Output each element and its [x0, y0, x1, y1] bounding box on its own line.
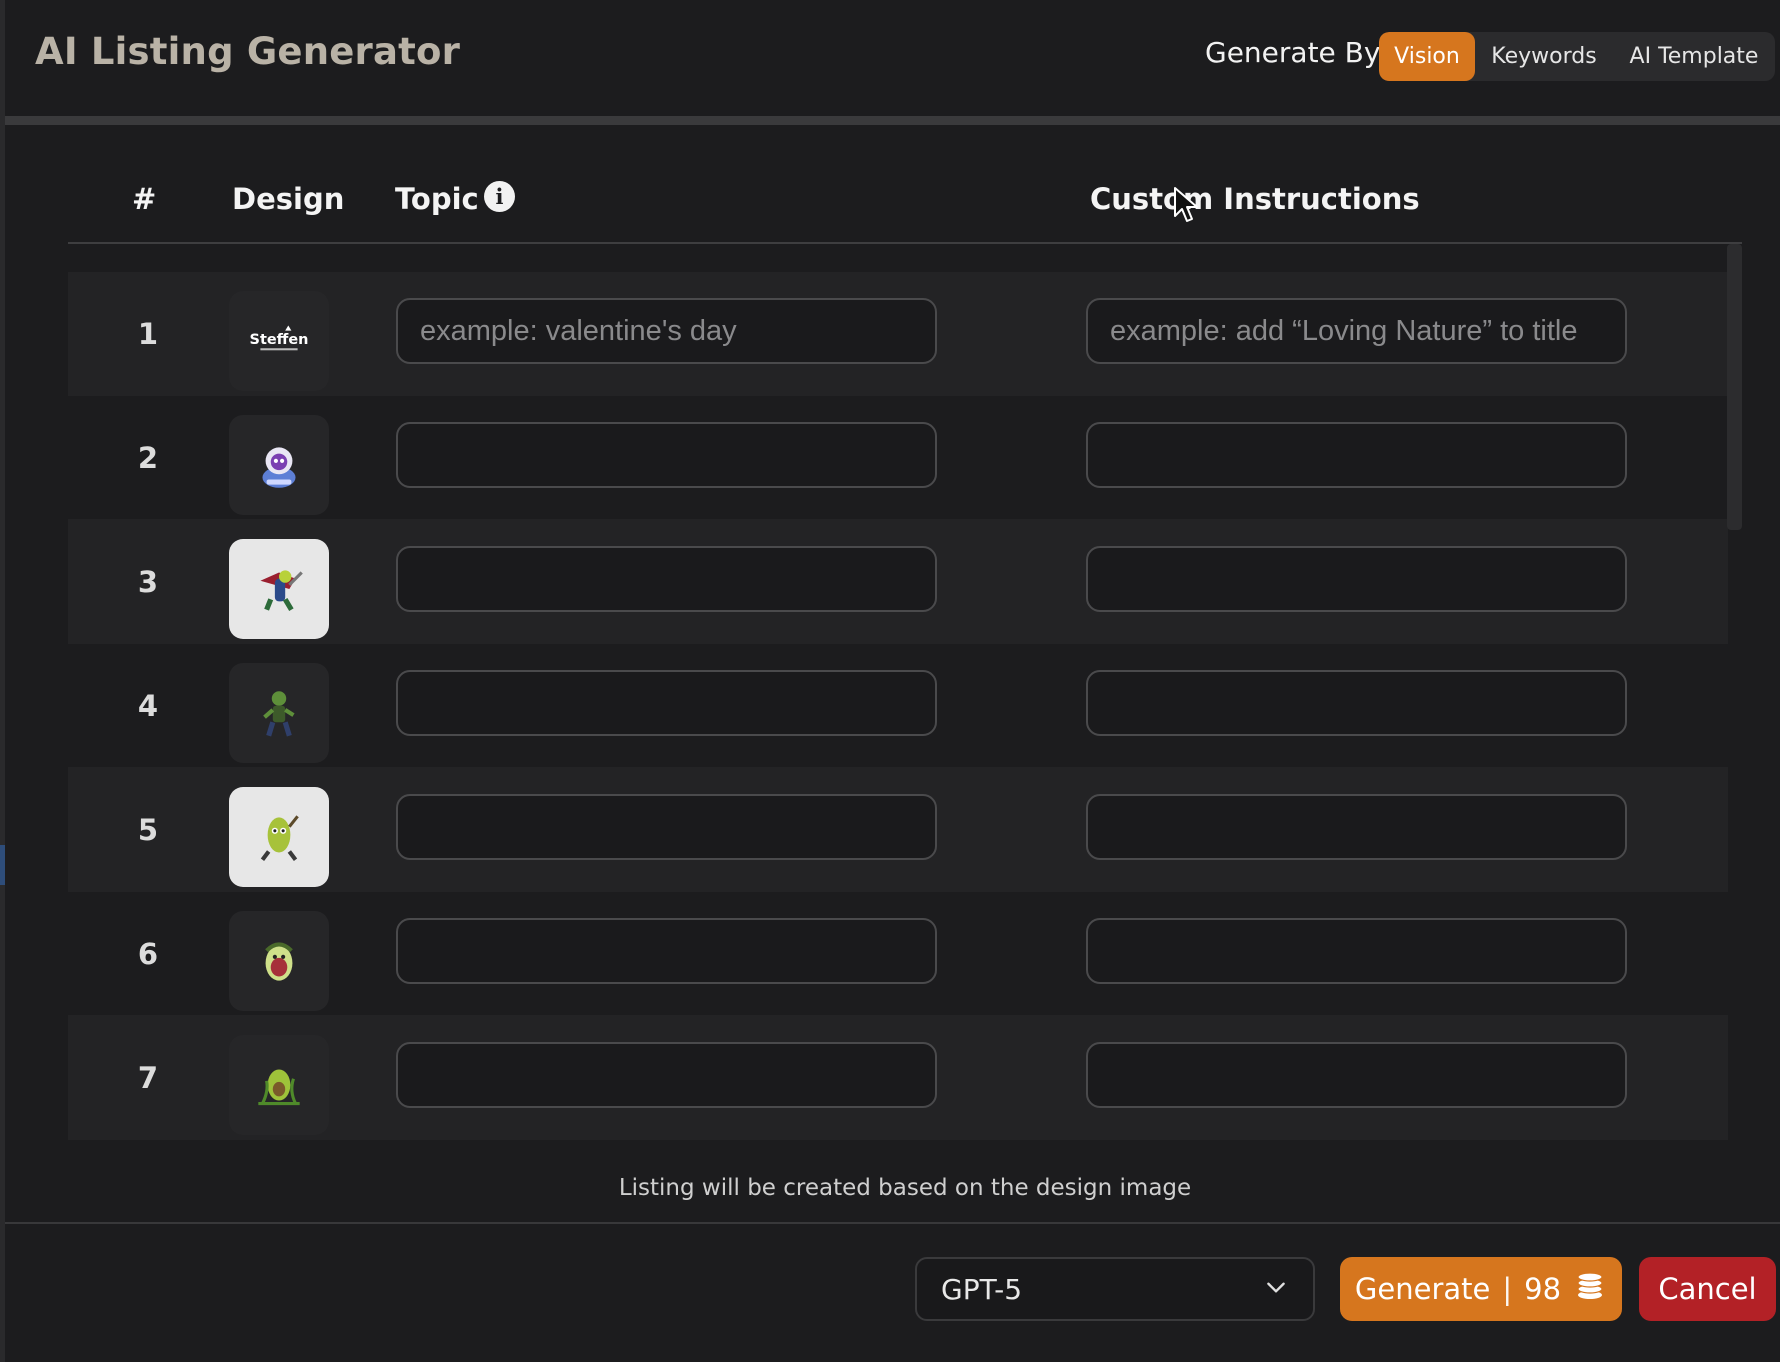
svg-text:Steffen: Steffen [250, 332, 309, 348]
table-header: # Design Topic i Custom Instructions [68, 170, 1742, 244]
custom-instructions-input[interactable] [1086, 794, 1627, 860]
table-row: 6 [68, 892, 1728, 1016]
row-number: 7 [137, 1061, 159, 1095]
model-select-value: GPT-5 [941, 1272, 1023, 1306]
info-icon[interactable]: i [484, 181, 515, 212]
generate-by-label: Generate By [1205, 36, 1381, 69]
custom-instructions-input[interactable] [1086, 298, 1627, 364]
design-thumbnail[interactable]: Steffen [229, 291, 329, 391]
header-divider [5, 116, 1780, 125]
table-row: 4 [68, 644, 1728, 768]
ai-listing-generator-dialog: AI Listing Generator Generate By Vision … [5, 0, 1780, 1362]
topic-input[interactable] [396, 546, 937, 612]
column-topic: Topic [395, 182, 479, 216]
design-pickle-character-image [260, 815, 299, 861]
generate-separator: | [1502, 1272, 1513, 1306]
column-custom-instructions: Custom Instructions [1090, 182, 1420, 216]
topic-input[interactable] [396, 918, 937, 984]
column-design: Design [232, 182, 345, 216]
topic-input[interactable] [396, 1042, 937, 1108]
model-select[interactable]: GPT-5 [915, 1257, 1315, 1321]
custom-instructions-input[interactable] [1086, 546, 1627, 612]
table-row: 1 Steffen [68, 272, 1728, 396]
topic-input[interactable] [396, 670, 937, 736]
topic-input[interactable] [396, 422, 937, 488]
generate-label: Generate [1354, 1272, 1491, 1306]
row-number: 3 [137, 565, 159, 599]
mode-hint-text: Listing will be created based on the des… [618, 1175, 1192, 1201]
design-rows-list: 1 Steffen 2 [68, 272, 1728, 1142]
design-astronaut-image [262, 447, 296, 488]
footer-divider [5, 1222, 1780, 1224]
custom-instructions-input[interactable] [1086, 670, 1627, 736]
custom-instructions-input[interactable] [1086, 422, 1627, 488]
mode-vision-button[interactable]: Vision [1379, 32, 1475, 81]
custom-instructions-input[interactable] [1086, 1042, 1627, 1108]
design-thumbnail[interactable] [229, 415, 329, 515]
design-steffen-logo-image: Steffen [250, 325, 309, 351]
topic-input[interactable] [396, 794, 937, 860]
generate-button[interactable]: Generate | 98 [1340, 1257, 1622, 1321]
table-scrollbar[interactable] [1727, 244, 1742, 530]
generate-by-mode-toggle: Vision Keywords AI Template [1379, 32, 1775, 81]
table-row: 7 [68, 1016, 1728, 1140]
row-number: 2 [137, 441, 159, 475]
coins-icon [1573, 1269, 1607, 1310]
row-number: 5 [137, 813, 159, 847]
cancel-button[interactable]: Cancel [1639, 1257, 1776, 1321]
topic-input[interactable] [396, 298, 937, 364]
mode-ai-template-button[interactable]: AI Template [1613, 32, 1775, 81]
design-action-figure-image [260, 570, 303, 611]
row-number: 6 [137, 937, 159, 971]
design-thumbnail[interactable] [229, 911, 329, 1011]
design-zombie-figure-image [263, 691, 295, 737]
dialog-header: AI Listing Generator Generate By Vision … [5, 0, 1780, 116]
design-avocado-character-image [265, 942, 293, 981]
mouse-pointer-icon [1174, 187, 1198, 222]
row-number: 4 [137, 689, 159, 723]
table-row: 2 [68, 396, 1728, 520]
design-thumbnail[interactable] [229, 787, 329, 887]
dialog-title: AI Listing Generator [35, 30, 461, 73]
design-avocado-plant-image [258, 1069, 300, 1106]
table-row: 5 [68, 768, 1728, 892]
credit-count: 98 [1524, 1272, 1562, 1306]
column-number: # [132, 182, 157, 216]
design-thumbnail[interactable] [229, 1035, 329, 1135]
table-row: 3 [68, 520, 1728, 644]
chevron-down-icon [1263, 1274, 1289, 1304]
mode-keywords-button[interactable]: Keywords [1475, 32, 1613, 81]
custom-instructions-input[interactable] [1086, 918, 1627, 984]
design-thumbnail[interactable] [229, 663, 329, 763]
row-number: 1 [137, 317, 159, 351]
design-thumbnail[interactable] [229, 539, 329, 639]
